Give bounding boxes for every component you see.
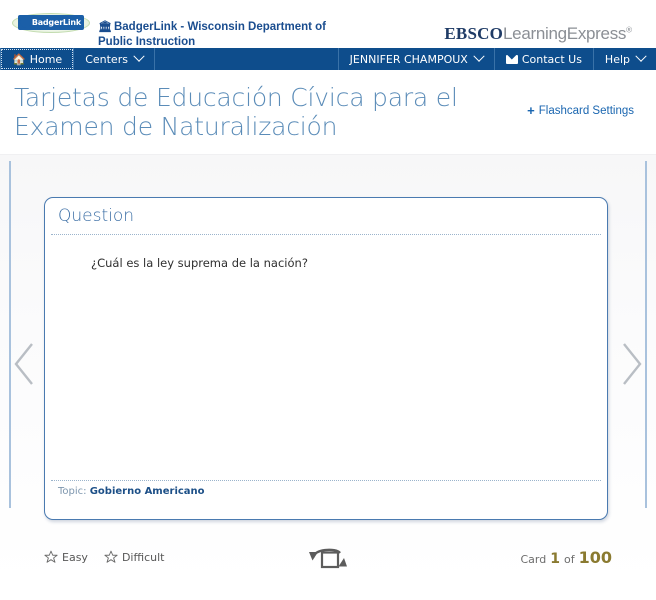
flashcard-settings-label: Flashcard Settings <box>538 104 634 117</box>
nav-item-help[interactable]: Help <box>592 48 656 70</box>
flashcard-question-text: ¿Cuál es la ley suprema de la nación? <box>91 256 308 270</box>
nav-right-group: JENNIFER CHAMPOUX Contact Us Help <box>337 48 656 70</box>
flashcard-body: ¿Cuál es la ley suprema de la nación? <box>45 235 607 480</box>
logo-badge-text: BadgerLink <box>31 17 81 27</box>
brand-header: BadgerLink 🏛 BadgerLink - Wisconsin Depar… <box>0 0 656 48</box>
rating-group: Easy Difficult <box>44 550 165 564</box>
site-title: 🏛 BadgerLink - Wisconsin Department of Pu… <box>98 20 348 49</box>
nav-item-contact-us[interactable]: Contact Us <box>493 48 593 70</box>
badgerlink-logo[interactable]: BadgerLink <box>12 12 90 34</box>
mark-easy-button[interactable]: Easy <box>44 550 88 564</box>
flashcard-panel: Question ¿Cuál es la ley suprema de la n… <box>0 154 656 586</box>
nav-item-home-label: Home <box>29 52 63 66</box>
card-counter-total: 100 <box>578 547 612 567</box>
flip-card-icon <box>309 548 347 569</box>
chevron-down-icon <box>133 50 145 62</box>
star-icon <box>44 550 58 563</box>
nav-item-home[interactable]: 🏠 Home <box>0 48 75 70</box>
ebsco-learningexpress-logo: EBSCOLearningExpress® <box>444 24 632 44</box>
institution-icon: 🏛 <box>98 21 112 33</box>
nav-item-help-label: Help <box>604 52 630 66</box>
learningexpress-wordmark: LearningExpress <box>503 24 627 43</box>
logo-badge-shape: BadgerLink <box>18 14 84 30</box>
site-title-text: BadgerLink - Wisconsin Department of Pub… <box>98 21 326 48</box>
nav-item-centers[interactable]: Centers <box>74 48 155 70</box>
nav-item-user-menu[interactable]: JENNIFER CHAMPOUX <box>337 48 494 70</box>
plus-icon: + <box>527 103 535 118</box>
nav-item-user-label: JENNIFER CHAMPOUX <box>349 52 468 66</box>
panel-rail-right <box>645 161 647 508</box>
nav-item-centers-label: Centers <box>85 52 128 66</box>
previous-card-button[interactable] <box>12 341 38 387</box>
flashcard-settings-button[interactable]: + Flashcard Settings <box>527 104 634 117</box>
chevron-down-icon <box>473 50 485 62</box>
flashcard-side-label: Question <box>58 206 135 226</box>
mark-difficult-label: Difficult <box>121 550 165 564</box>
nav-item-contact-label: Contact Us <box>521 52 582 66</box>
home-icon: 🏠 <box>12 52 26 66</box>
title-area: Tarjetas de Educación Cívica para el Exa… <box>0 70 656 142</box>
card-counter-prefix: Card <box>520 552 547 566</box>
panel-rail-left <box>9 161 11 508</box>
star-icon <box>104 550 118 563</box>
flashcard-topic-value: Gobierno Americano <box>89 486 205 497</box>
mark-easy-label: Easy <box>62 550 88 564</box>
next-card-button[interactable] <box>618 341 644 387</box>
flashcard-topic-label: Topic: <box>58 486 87 497</box>
card-counter-current: 1 <box>550 550 560 567</box>
chevron-down-icon <box>635 50 647 62</box>
ebsco-wordmark: EBSCO <box>444 24 504 43</box>
mail-icon <box>505 54 518 64</box>
flashcard-topic: Topic: Gobierno Americano <box>45 481 607 497</box>
card-counter-middle: of <box>563 552 575 566</box>
flashcard-controls: Easy Difficult Card 1 of 100 <box>0 537 656 577</box>
nav-left-group: 🏠 Home Centers <box>0 48 155 70</box>
registered-mark: ® <box>626 25 632 35</box>
mark-difficult-button[interactable]: Difficult <box>104 550 165 564</box>
card-counter: Card 1 of 100 <box>521 548 613 567</box>
page-title: Tarjetas de Educación Cívica para el Exa… <box>14 83 458 141</box>
flashcard[interactable]: Question ¿Cuál es la ley suprema de la n… <box>44 197 608 520</box>
main-navigation-bar: 🏠 Home Centers JENNIFER CHAMPOUX Contact… <box>0 48 656 70</box>
flashcard-header: Question <box>45 198 607 234</box>
flip-card-button[interactable] <box>306 544 350 570</box>
